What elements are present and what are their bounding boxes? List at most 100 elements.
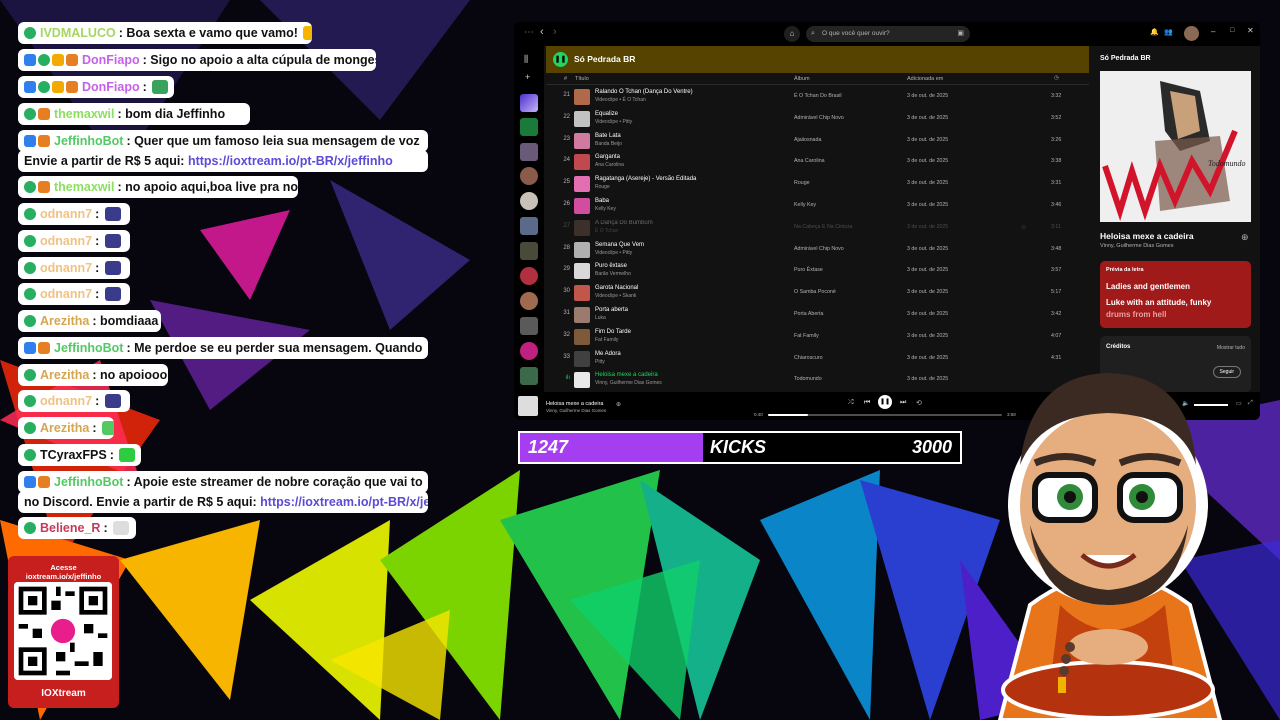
previous-icon[interactable]: ⏮ [864, 399, 870, 407]
track-row[interactable]: 22 Equalize Videoclipe • Pitty Admirável Ch… [546, 109, 1089, 131]
menu-dots-icon[interactable]: ⋯ [524, 27, 534, 38]
avatar[interactable] [1184, 26, 1199, 41]
library-icon[interactable]: ⫼ [524, 54, 528, 65]
library-item[interactable] [520, 342, 538, 360]
chat-username[interactable]: themaxwil [54, 107, 114, 121]
col-added[interactable]: Adicionada em [907, 76, 943, 82]
liked-songs-icon[interactable] [520, 94, 538, 112]
track-date-added: 3 de out. de 2025 [907, 93, 949, 99]
track-album: Admirável Chip Novo [794, 245, 844, 252]
pause-button[interactable]: ❚❚ [878, 395, 892, 409]
chat-link[interactable]: https://ioxtream.io/pt-BR/x/jeffinho [188, 154, 393, 168]
library-item[interactable] [520, 317, 538, 335]
track-cover [574, 350, 590, 367]
minimize-icon[interactable]: – [1211, 27, 1215, 36]
emote-icon [104, 287, 121, 301]
next-icon[interactable]: ⏭ [900, 399, 906, 407]
chat-text: : no apoiooo [92, 368, 168, 382]
chat-username[interactable]: DonFiapo [82, 80, 140, 94]
track-row[interactable]: 24 Garganta Ana Carolina Ana Carolina 3 de o… [546, 152, 1089, 174]
chat-username[interactable]: odnann7 [40, 261, 92, 275]
forward-arrow-icon[interactable]: › [553, 26, 557, 38]
add-icon[interactable]: ⊕ [1241, 232, 1249, 243]
track-title: Ragatanga (Asereje) - Versão Editada [595, 176, 697, 183]
track-row[interactable]: 29 Puro êxtase Barão Vermelho Puro Êxtase 3 … [546, 261, 1089, 283]
chat-username[interactable]: Arezitha [40, 368, 89, 382]
chat-username[interactable]: DonFiapo [82, 53, 140, 67]
repeat-icon[interactable]: ⟲ [916, 399, 922, 407]
friends-icon[interactable]: 👥 [1164, 28, 1173, 36]
chat-username[interactable]: Arezitha [40, 421, 89, 435]
track-title: Garota Nacional [595, 285, 639, 292]
maximize-icon[interactable]: □ [1230, 27, 1234, 34]
track-artist: Pitty [595, 358, 605, 365]
chat-username[interactable]: TCyraxFPS [40, 448, 107, 462]
chat-username[interactable]: odnann7 [40, 234, 92, 248]
show-all-link[interactable]: Mostrar tudo [1217, 345, 1245, 351]
track-row[interactable]: 31 Porta aberta Luka Porta Aberta 3 de out. … [546, 305, 1089, 327]
chat-username[interactable]: odnann7 [40, 207, 92, 221]
col-title[interactable]: Título [575, 76, 589, 82]
player-cover[interactable] [518, 396, 538, 416]
track-number: 30 [563, 288, 570, 295]
chat-message: themaxwil: bom dia Jeffinho [18, 103, 250, 125]
miniplayer-icon[interactable]: ▭ [1236, 400, 1242, 407]
plus-icon[interactable]: + [525, 72, 530, 82]
track-title: Garganta [595, 154, 621, 161]
library-item[interactable] [520, 217, 538, 235]
track-artist: Fat Family [595, 336, 619, 343]
track-cover [574, 198, 590, 214]
track-row[interactable]: 26 Baba Kelly Key Kelly Key 3 de out. de 202… [546, 196, 1089, 218]
track-row[interactable]: 27 A Dança Do Bumbum É O Tchan Na Cabeça E … [546, 218, 1089, 240]
player-title[interactable]: Heloisa mexe a cadeira [546, 401, 603, 407]
col-album[interactable]: Álbum [794, 76, 810, 82]
chat-text: : [142, 80, 151, 94]
chat-username[interactable]: odnann7 [40, 394, 92, 408]
chat-username[interactable]: odnann7 [40, 287, 92, 301]
track-row[interactable]: 21 Ralando O Tchan (Dança Do Ventre) Video… [546, 87, 1089, 109]
chat-text: : bomdiaaa [92, 314, 159, 328]
track-row[interactable]: 28 Semana Que Vem Videoclipe • Pitty Admirá… [546, 240, 1089, 262]
library-item[interactable] [520, 367, 538, 385]
track-row[interactable]: 23 Bate Lata Banda Beijo Ajaiiosnada 3 de ou… [546, 131, 1089, 153]
library-item[interactable] [520, 167, 538, 185]
bell-icon[interactable]: 🔔 [1150, 28, 1159, 36]
progress-track[interactable] [768, 414, 1002, 416]
track-row[interactable]: 30 Garota Nacional Videoclipe • Skank O Sam… [546, 283, 1089, 305]
track-artist: Videoclipe • Skank [595, 293, 637, 300]
library-item[interactable] [520, 292, 538, 310]
track-row[interactable]: 32 Fim Do Tarde Fat Family Fat Family 3 de o… [546, 327, 1089, 349]
chat-username[interactable]: Beliene_R [40, 521, 100, 535]
chat-username[interactable]: JeffinhoBot [54, 134, 123, 148]
library-item[interactable] [520, 192, 538, 210]
chat-link[interactable]: https://ioxtream.io/pt-BR/x/jeffin [260, 495, 428, 509]
library-item[interactable] [520, 267, 538, 285]
shuffle-icon[interactable]: ⤮ [848, 399, 854, 407]
add-icon[interactable]: ⊕ [616, 401, 621, 408]
library-item[interactable] [520, 143, 538, 161]
player-artist[interactable]: Vinny, Guilherme Dias Gomes [546, 408, 606, 413]
lyrics-line: drums from hell [1106, 310, 1167, 319]
back-arrow-icon[interactable]: ‹ [540, 26, 544, 38]
track-row[interactable]: 25 Ragatanga (Asereje) - Versão Editada Ro… [546, 174, 1089, 196]
home-icon[interactable]: ⌂ [784, 26, 800, 42]
play-pause-button[interactable]: ❚❚ [553, 52, 568, 67]
emote-icon [152, 80, 169, 94]
search-input[interactable]: ⌕ O que você quer ouvir? ▣ [806, 26, 970, 42]
chat-username[interactable]: themaxwil [54, 180, 114, 194]
chat-message: JeffinhoBot: Me perdoe se eu perder sua … [18, 337, 428, 359]
track-cover [574, 241, 590, 258]
chat-username[interactable]: Arezitha [40, 314, 89, 328]
chat-username[interactable]: JeffinhoBot [54, 341, 123, 355]
fullscreen-icon[interactable]: ⤢ [1248, 400, 1253, 407]
lyrics-label: Prévia da letra [1106, 267, 1144, 273]
chat-username[interactable]: IVDMALUCO [40, 26, 116, 40]
lyrics-card[interactable]: Prévia da letra Ladies and gentlemen Luk… [1100, 261, 1251, 328]
chat-username[interactable]: JeffinhoBot [54, 475, 123, 489]
emote-icon [104, 261, 121, 275]
close-icon[interactable]: ✕ [1247, 26, 1254, 35]
browse-icon[interactable]: ▣ [957, 26, 964, 42]
library-item[interactable] [520, 242, 538, 260]
track-title: Equalize [595, 110, 619, 117]
saved-episodes-icon[interactable] [520, 118, 538, 136]
